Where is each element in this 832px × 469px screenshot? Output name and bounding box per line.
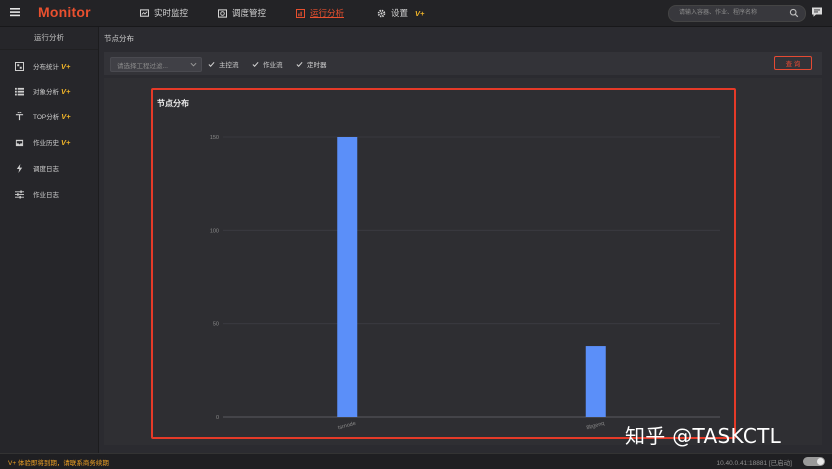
sidebar: 运行分析 分布统计 V+ 对象分析 V+ TOP分析 V+ 作业历史 V+ 调度… xyxy=(0,27,99,453)
search-icon[interactable] xyxy=(789,8,799,18)
top-bar: Monitor 实时监控 调度管控 运行分析 设置 V+ xyxy=(0,0,832,27)
app-logo[interactable]: Monitor xyxy=(38,4,91,20)
checkbox-job-flow[interactable]: 作业流 xyxy=(252,59,283,69)
nav-label: 实时监控 xyxy=(154,8,189,18)
bar-8bgenq xyxy=(585,346,606,417)
sidebar-item-job-log[interactable]: 作业日志 xyxy=(0,185,98,203)
nav-realtime-monitor[interactable]: 实时监控 xyxy=(140,7,188,19)
nav-label: 运行分析 xyxy=(310,8,345,18)
chevron-down-icon xyxy=(190,62,197,67)
y-tick-label: 0 xyxy=(216,415,219,421)
sidebar-item-label: 作业日志 xyxy=(33,192,59,199)
vplus-badge: V+ xyxy=(415,8,425,18)
x-tick-label: tsrnode xyxy=(337,421,356,432)
search-box[interactable] xyxy=(668,5,806,22)
status-toggle[interactable] xyxy=(803,457,825,466)
sidebar-item-label: 作业历史 xyxy=(33,140,59,147)
nav-label: 设置 xyxy=(391,8,409,18)
project-filter-select[interactable]: 请选择工程过滤... xyxy=(110,57,202,72)
sidebar-item-label: 调度日志 xyxy=(33,166,59,173)
nav-settings[interactable]: 设置 V+ xyxy=(377,7,424,19)
server-address: 10.40.0.41:18881 xyxy=(716,460,768,467)
check-icon xyxy=(208,61,215,67)
x-tick-label: 8bgenq xyxy=(586,421,605,432)
y-tick-label: 50 xyxy=(213,322,219,328)
sidebar-title: 运行分析 xyxy=(0,27,98,50)
grid-icon xyxy=(15,61,24,71)
license-warning[interactable]: V+ 体验即将到期，请联系商务续期 xyxy=(8,457,109,467)
y-tick-label: 150 xyxy=(210,135,219,141)
sidebar-item-label: TOP分析 xyxy=(33,114,60,121)
top-icon xyxy=(15,111,24,120)
menu-icon[interactable] xyxy=(9,6,21,19)
nav-schedule-control[interactable]: 调度管控 xyxy=(218,7,266,19)
server-status: 10.40.0.41:18881 [已启动] xyxy=(716,457,792,467)
check-icon xyxy=(252,61,259,67)
nav-run-analysis[interactable]: 运行分析 xyxy=(296,7,344,19)
checkbox-label: 主控流 xyxy=(219,62,239,69)
analysis-icon xyxy=(296,8,305,18)
watermark: 知乎 @TASKCTL xyxy=(625,424,782,448)
message-icon[interactable] xyxy=(811,6,823,18)
bolt-icon xyxy=(16,163,23,173)
sidebar-item-job-history[interactable]: 作业历史 V+ xyxy=(0,133,98,151)
check-icon xyxy=(296,61,303,67)
nav-label: 调度管控 xyxy=(232,8,267,18)
search-input[interactable] xyxy=(679,7,787,19)
breadcrumb: 节点分布 xyxy=(104,34,134,43)
sidebar-item-label: 对象分析 xyxy=(33,89,59,96)
status-bar: V+ 体验即将到期，请联系商务续期 10.40.0.41:18881 [已启动] xyxy=(0,453,832,469)
checkbox-label: 定时器 xyxy=(307,62,327,69)
sidebar-item-label: 分布统计 xyxy=(33,64,59,71)
checkbox-main-flow[interactable]: 主控流 xyxy=(208,59,239,69)
checkbox-timer[interactable]: 定时器 xyxy=(296,59,327,69)
checkbox-label: 作业流 xyxy=(263,62,283,69)
y-tick-label: 100 xyxy=(210,228,219,234)
schedule-icon xyxy=(218,8,227,18)
query-button[interactable]: 查 询 xyxy=(774,56,812,70)
sidebar-item-top-analysis[interactable]: TOP分析 V+ xyxy=(0,107,98,125)
bar-tsrnode xyxy=(337,137,358,417)
inbox-icon xyxy=(15,139,24,146)
chart-panel: 节点分布 0 50 100 150 tsrnode 8bgenq xyxy=(151,88,736,439)
vplus-badge: V+ xyxy=(61,61,71,71)
vplus-badge: V+ xyxy=(61,111,71,121)
server-state: [已启动] xyxy=(768,460,792,467)
bar-chart: 0 50 100 150 tsrnode 8bgenq xyxy=(210,135,720,432)
sidebar-item-distribution-stats[interactable]: 分布统计 V+ xyxy=(0,57,98,75)
select-placeholder: 请选择工程过滤... xyxy=(117,63,168,70)
sidebar-item-object-analysis[interactable]: 对象分析 V+ xyxy=(0,82,98,100)
sidebar-item-schedule-log[interactable]: 调度日志 xyxy=(0,159,98,177)
vplus-badge: V+ xyxy=(61,86,71,96)
vplus-badge: V+ xyxy=(61,137,71,147)
sliders-icon xyxy=(15,189,24,199)
monitor-icon xyxy=(140,8,149,17)
filter-bar: 请选择工程过滤... 主控流 作业流 定时器 查 询 xyxy=(104,52,822,75)
list-icon xyxy=(15,87,24,95)
gear-icon xyxy=(377,9,386,17)
